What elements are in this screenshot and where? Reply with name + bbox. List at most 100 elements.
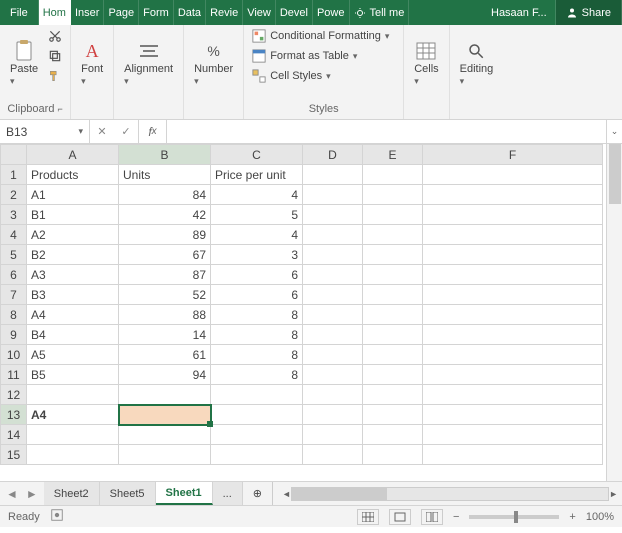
cell-C2[interactable]: 4	[211, 185, 303, 205]
cell-C13[interactable]	[211, 405, 303, 425]
view-page-break-button[interactable]	[421, 509, 443, 525]
cell-B7[interactable]: 52	[119, 285, 211, 305]
cell-E15[interactable]	[363, 445, 423, 465]
view-page-layout-button[interactable]	[389, 509, 411, 525]
font-button[interactable]: A Font▾	[77, 27, 107, 101]
cell-A6[interactable]: A3	[27, 265, 119, 285]
cell-A8[interactable]: A4	[27, 305, 119, 325]
cell-D1[interactable]	[303, 165, 363, 185]
cell-F3[interactable]	[423, 205, 603, 225]
cell-C4[interactable]: 4	[211, 225, 303, 245]
row-header-11[interactable]: 11	[1, 365, 27, 385]
new-sheet-button[interactable]: ⊕	[243, 482, 272, 505]
cell-B2[interactable]: 84	[119, 185, 211, 205]
cells-button[interactable]: Cells▾	[410, 27, 442, 101]
zoom-in-button[interactable]: +	[569, 511, 575, 523]
cell-D13[interactable]	[303, 405, 363, 425]
cell-E2[interactable]	[363, 185, 423, 205]
cell-B15[interactable]	[119, 445, 211, 465]
row-header-6[interactable]: 6	[1, 265, 27, 285]
row-header-10[interactable]: 10	[1, 345, 27, 365]
cell-B11[interactable]: 94	[119, 365, 211, 385]
col-header-D[interactable]: D	[303, 145, 363, 165]
cell-E6[interactable]	[363, 265, 423, 285]
enter-formula-button[interactable]: ✓	[114, 125, 138, 138]
expand-formula-bar[interactable]: ⌄	[606, 120, 622, 143]
cell-E14[interactable]	[363, 425, 423, 445]
cell-D14[interactable]	[303, 425, 363, 445]
row-header-3[interactable]: 3	[1, 205, 27, 225]
number-button[interactable]: % Number▾	[190, 27, 237, 101]
cell-F9[interactable]	[423, 325, 603, 345]
cell-B10[interactable]: 61	[119, 345, 211, 365]
cell-C15[interactable]	[211, 445, 303, 465]
macro-record-icon[interactable]	[50, 508, 64, 525]
col-header-B[interactable]: B	[119, 145, 211, 165]
cell-A3[interactable]: B1	[27, 205, 119, 225]
format-as-table-button[interactable]: Format as Table ▾	[250, 47, 397, 65]
cell-B14[interactable]	[119, 425, 211, 445]
cell-E1[interactable]	[363, 165, 423, 185]
tab-share[interactable]: Share	[556, 0, 622, 25]
cell-D3[interactable]	[303, 205, 363, 225]
cell-D11[interactable]	[303, 365, 363, 385]
tab-file[interactable]: File	[0, 0, 39, 25]
cell-D7[interactable]	[303, 285, 363, 305]
tab-page[interactable]: Page	[104, 0, 139, 25]
row-header-13[interactable]: 13	[1, 405, 27, 425]
cell-B4[interactable]: 89	[119, 225, 211, 245]
col-header-C[interactable]: C	[211, 145, 303, 165]
cell-F7[interactable]	[423, 285, 603, 305]
cell-A13[interactable]: A4	[27, 405, 119, 425]
sheet-more[interactable]: ...	[213, 482, 243, 505]
tab-form[interactable]: Form	[139, 0, 174, 25]
cell-E8[interactable]	[363, 305, 423, 325]
vertical-scrollbar[interactable]	[606, 144, 622, 481]
cell-C5[interactable]: 3	[211, 245, 303, 265]
cell-F14[interactable]	[423, 425, 603, 445]
row-header-2[interactable]: 2	[1, 185, 27, 205]
zoom-out-button[interactable]: −	[453, 511, 459, 523]
cell-D6[interactable]	[303, 265, 363, 285]
cell-F12[interactable]	[423, 385, 603, 405]
row-header-12[interactable]: 12	[1, 385, 27, 405]
cell-E3[interactable]	[363, 205, 423, 225]
cell-C9[interactable]: 8	[211, 325, 303, 345]
view-normal-button[interactable]	[357, 509, 379, 525]
cell-A5[interactable]: B2	[27, 245, 119, 265]
row-header-4[interactable]: 4	[1, 225, 27, 245]
row-header-7[interactable]: 7	[1, 285, 27, 305]
cut-button[interactable]	[46, 27, 64, 45]
cell-styles-button[interactable]: Cell Styles ▾	[250, 67, 397, 85]
cell-F10[interactable]	[423, 345, 603, 365]
cell-A10[interactable]: A5	[27, 345, 119, 365]
cell-A15[interactable]	[27, 445, 119, 465]
row-header-14[interactable]: 14	[1, 425, 27, 445]
tab-data[interactable]: Data	[174, 0, 206, 25]
sheet-nav[interactable]: ◄►	[0, 482, 44, 505]
cell-B1[interactable]: Units	[119, 165, 211, 185]
sheet-tab-sheet5[interactable]: Sheet5	[100, 482, 156, 505]
cell-E13[interactable]	[363, 405, 423, 425]
grid[interactable]: ABCDEF1ProductsUnitsPrice per unit2A1844…	[0, 144, 622, 481]
cell-B9[interactable]: 14	[119, 325, 211, 345]
cell-C8[interactable]: 8	[211, 305, 303, 325]
tab-inser[interactable]: Inser	[71, 0, 104, 25]
formula-input[interactable]	[167, 120, 606, 143]
cell-F1[interactable]	[423, 165, 603, 185]
tab-devel[interactable]: Devel	[276, 0, 313, 25]
cell-B8[interactable]: 88	[119, 305, 211, 325]
cell-E11[interactable]	[363, 365, 423, 385]
cell-F2[interactable]	[423, 185, 603, 205]
sheet-tab-sheet2[interactable]: Sheet2	[44, 482, 100, 505]
row-header-5[interactable]: 5	[1, 245, 27, 265]
tab-powe[interactable]: Powe	[313, 0, 350, 25]
cell-F6[interactable]	[423, 265, 603, 285]
zoom-slider[interactable]	[469, 515, 559, 519]
cell-D10[interactable]	[303, 345, 363, 365]
paste-button[interactable]: Paste▾	[6, 27, 42, 101]
cell-E4[interactable]	[363, 225, 423, 245]
cell-F13[interactable]	[423, 405, 603, 425]
alignment-button[interactable]: Alignment▾	[120, 27, 177, 101]
col-header-F[interactable]: F	[423, 145, 603, 165]
